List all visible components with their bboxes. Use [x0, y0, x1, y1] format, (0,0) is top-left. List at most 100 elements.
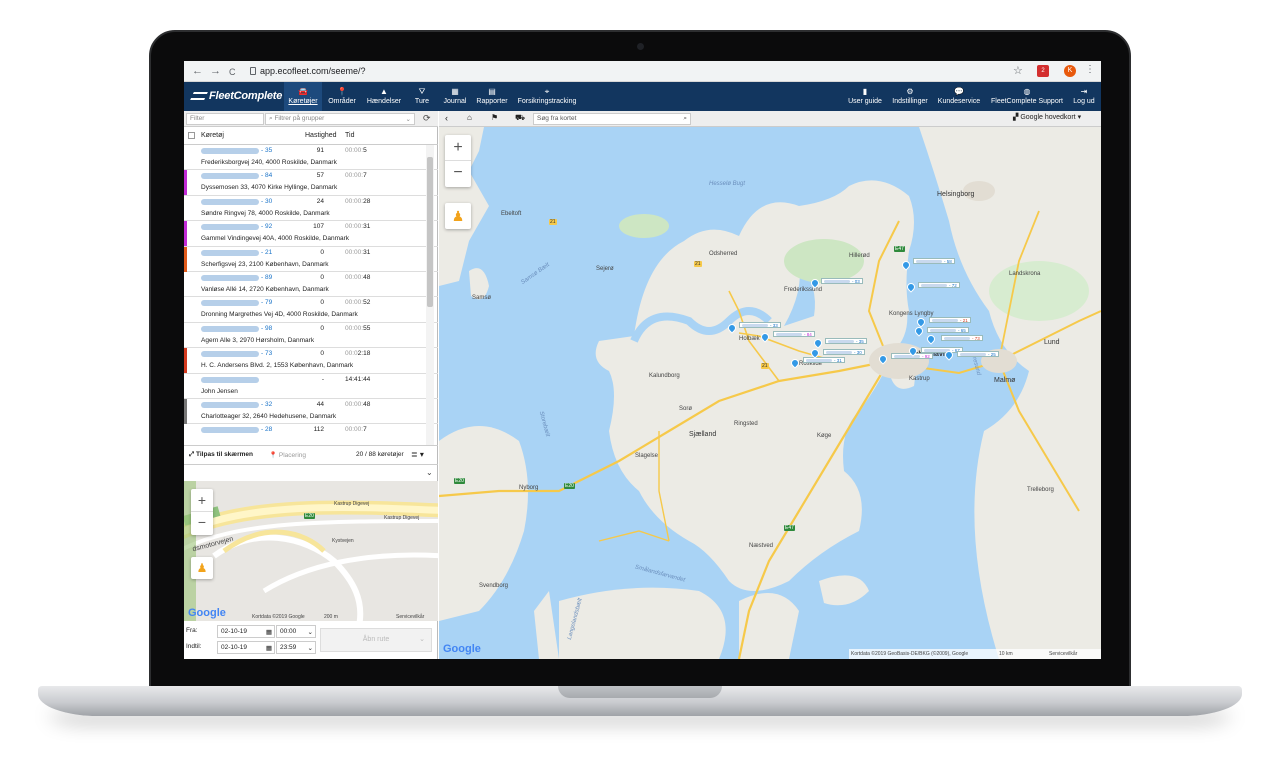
collapse-left-icon[interactable]: ‹ [445, 113, 448, 123]
open-route-button[interactable]: Åbn rute ⌄ [320, 628, 432, 652]
vehicle-number[interactable]: - 92 [261, 223, 272, 230]
minimap-zoom-in-button[interactable]: + [191, 489, 213, 512]
minimap-zoom-out-button[interactable]: − [191, 512, 213, 535]
tab-areas[interactable]: 📍 Områder [324, 82, 360, 111]
map-terms-link[interactable]: Servicevilkår [1049, 651, 1077, 657]
group-filter-select[interactable]: ⌕ Filtrer på grupper ⌄ [265, 113, 415, 125]
vehicle-speed: 0 [320, 248, 324, 256]
fit-to-screen-button[interactable]: ⤢ Tilpas til skærmen [189, 451, 253, 459]
status-marker [184, 424, 187, 445]
vehicle-number[interactable]: - 21 [261, 249, 272, 256]
mini-map[interactable]: Kastrup Digevej Kastrup Digevej Kystveje… [184, 481, 438, 621]
zoom-in-button[interactable]: + [445, 135, 471, 161]
vehicle-marker-label[interactable]: - 84 [773, 331, 815, 337]
tab-customer-service[interactable]: 💬 Kundeservice [936, 82, 982, 111]
refresh-icon[interactable]: ⟳ [423, 113, 431, 124]
tab-insurance-tracking[interactable]: ⌖ Forsikringstracking [514, 82, 580, 111]
table-row[interactable]: - 35 91 00:00:5 Frederiksborgvej 240, 4000 … [184, 145, 438, 171]
vehicle-number[interactable]: - 98 [261, 325, 272, 332]
address-bar[interactable]: app.ecofleet.com/seeme/? [246, 64, 1016, 79]
vehicle-marker-label[interactable]: - 03 [821, 278, 863, 284]
table-row[interactable]: - 14:41:44 John Jensen [184, 374, 438, 399]
main-map[interactable]: ‹ ⌂ ⚑ ⛟ Søg fra kortet ⌕ ▞ Google hovedko… [439, 111, 1101, 659]
forward-icon[interactable]: → [210, 65, 221, 77]
table-row[interactable]: - 21 0 00:00:31 Scherfigsvej 23, 2100 Køben… [184, 246, 438, 272]
minimap-terms[interactable]: Servicevilkår [396, 614, 424, 620]
vehicle-number[interactable]: - 79 [261, 299, 272, 306]
vehicle-name-blurred [201, 376, 259, 383]
fleetcomplete-logo[interactable]: FleetComplete [190, 90, 282, 102]
reload-icon[interactable]: C [229, 66, 236, 78]
tab-logout[interactable]: ⇥ Log ud [1070, 82, 1098, 111]
table-row[interactable]: - 30 24 00:00:28 Søndre Ringvej 78, 4000 Ro… [184, 196, 438, 222]
pegman-icon[interactable]: ♟ [445, 203, 471, 229]
table-row[interactable]: - 79 0 00:00:52 Dronning Margrethes Vej 4D,… [184, 297, 438, 323]
tab-events[interactable]: ▲ Hændelser [362, 82, 406, 111]
table-row[interactable]: - 92 107 00:00:31 Gammel Vindingevej 40A, 4… [184, 221, 438, 247]
to-date-input[interactable]: 02-10-19 ▦ [217, 641, 275, 654]
col-speed[interactable]: Hastighed [305, 132, 337, 139]
profile-avatar[interactable]: K [1064, 65, 1076, 77]
collapse-chevron-icon[interactable]: ⌄ [426, 468, 433, 477]
to-time-input[interactable]: 23:59 ⌄ [276, 641, 316, 654]
menu-dots-icon[interactable]: ⋮ [1085, 64, 1095, 75]
table-row[interactable]: - 84 57 00:00:7 Dyssemosen 33, 4070 Kirke H… [184, 170, 438, 196]
tab-vehicles[interactable]: 🚘 Køretøjer [284, 82, 322, 111]
map-search-input[interactable]: Søg fra kortet ⌕ [533, 113, 691, 125]
list-view-icon[interactable]: ≣ ▾ [411, 450, 424, 459]
vehicle-name-blurred [201, 274, 259, 281]
vehicle-number[interactable]: - 35 [261, 147, 272, 154]
vehicle-marker-label[interactable]: - 25 [957, 351, 999, 357]
calendar-icon: ▦ [451, 87, 459, 96]
vehicle-marker-label[interactable]: - 65 [927, 327, 969, 333]
back-icon[interactable]: ← [192, 65, 203, 77]
zoom-out-button[interactable]: − [445, 161, 471, 187]
table-row[interactable]: - 89 0 00:00:48 Vanløse Allé 14, 2720 Køben… [184, 272, 438, 298]
bookmark-star-icon[interactable]: ☆ [1013, 64, 1023, 77]
vehicle-number[interactable]: - 28 [261, 426, 272, 433]
tab-reports[interactable]: ▤ Rapporter [474, 82, 510, 111]
vehicle-marker-label[interactable]: - 58 [913, 258, 955, 264]
vehicle-marker-label[interactable]: - 73 [941, 335, 983, 341]
truck-icon[interactable]: ⛟ [515, 113, 525, 123]
vehicle-speed: 0 [320, 324, 324, 332]
vehicle-list: - 35 91 00:00:5 Frederiksborgvej 240, 4000 … [184, 145, 438, 445]
vehicle-name-blurred [201, 351, 259, 358]
table-row[interactable]: - 32 44 00:00:48 Charlotteager 32, 2640 Hed… [184, 398, 438, 425]
tab-journal[interactable]: ▦ Journal [440, 82, 470, 111]
vehicle-number[interactable]: - 73 [261, 350, 272, 357]
filter-input[interactable]: Filter [186, 113, 264, 125]
vehicle-time: 00:00:28 [345, 197, 371, 205]
list-scrollbar[interactable] [426, 145, 434, 445]
home-icon[interactable]: ⌂ [467, 113, 472, 122]
col-time[interactable]: Tid [345, 132, 354, 139]
vehicle-marker-label[interactable]: - 72 [918, 282, 960, 288]
tab-support[interactable]: ◍ FleetComplete Support [988, 82, 1066, 111]
from-date-input[interactable]: 02-10-19 ▦ [217, 625, 275, 638]
vehicle-marker-label[interactable]: - 21 [929, 317, 971, 323]
placement-button[interactable]: 📍 Placering [269, 451, 306, 459]
extension-icon[interactable]: 2 [1037, 65, 1049, 77]
col-vehicle[interactable]: Køretøj [201, 132, 224, 139]
vehicle-marker-label[interactable]: - 35 [825, 338, 867, 344]
vehicle-time: 00:00:5 [345, 147, 367, 154]
tab-settings[interactable]: ⚙ Indstillinger [890, 82, 930, 111]
vehicle-marker-label[interactable]: - 31 [803, 357, 845, 363]
flag-icon[interactable]: ⚑ [491, 113, 498, 122]
vehicle-marker-label[interactable]: - 30 [823, 349, 865, 355]
table-row[interactable]: - 28 112 00:00:7 [184, 424, 438, 445]
road-shield-21-b: 21 [694, 261, 702, 267]
vehicle-number[interactable]: - 30 [261, 198, 272, 205]
select-all-checkbox[interactable] [188, 132, 195, 139]
table-row[interactable]: - 73 0 00:02:18 H. C. Andersens Blvd. 2, 15… [184, 348, 438, 374]
table-row[interactable]: - 98 0 00:00:55 Agern Alle 3, 2970 Hørsholm… [184, 323, 438, 349]
tab-user-guide[interactable]: ▮ User guide [846, 82, 884, 111]
map-type-select[interactable]: ▞ Google hovedkort ▾ [1013, 113, 1081, 121]
vehicle-marker-label[interactable]: - 33 [739, 322, 781, 328]
vehicle-number[interactable]: - 84 [261, 172, 272, 179]
from-time-input[interactable]: 00:00 ⌄ [276, 625, 316, 638]
minimap-pegman-icon[interactable]: ♟ [191, 557, 213, 579]
vehicle-number[interactable]: - 32 [261, 401, 272, 408]
tab-trips[interactable]: ⛛ Ture [410, 82, 434, 111]
vehicle-number[interactable]: - 89 [261, 274, 272, 281]
